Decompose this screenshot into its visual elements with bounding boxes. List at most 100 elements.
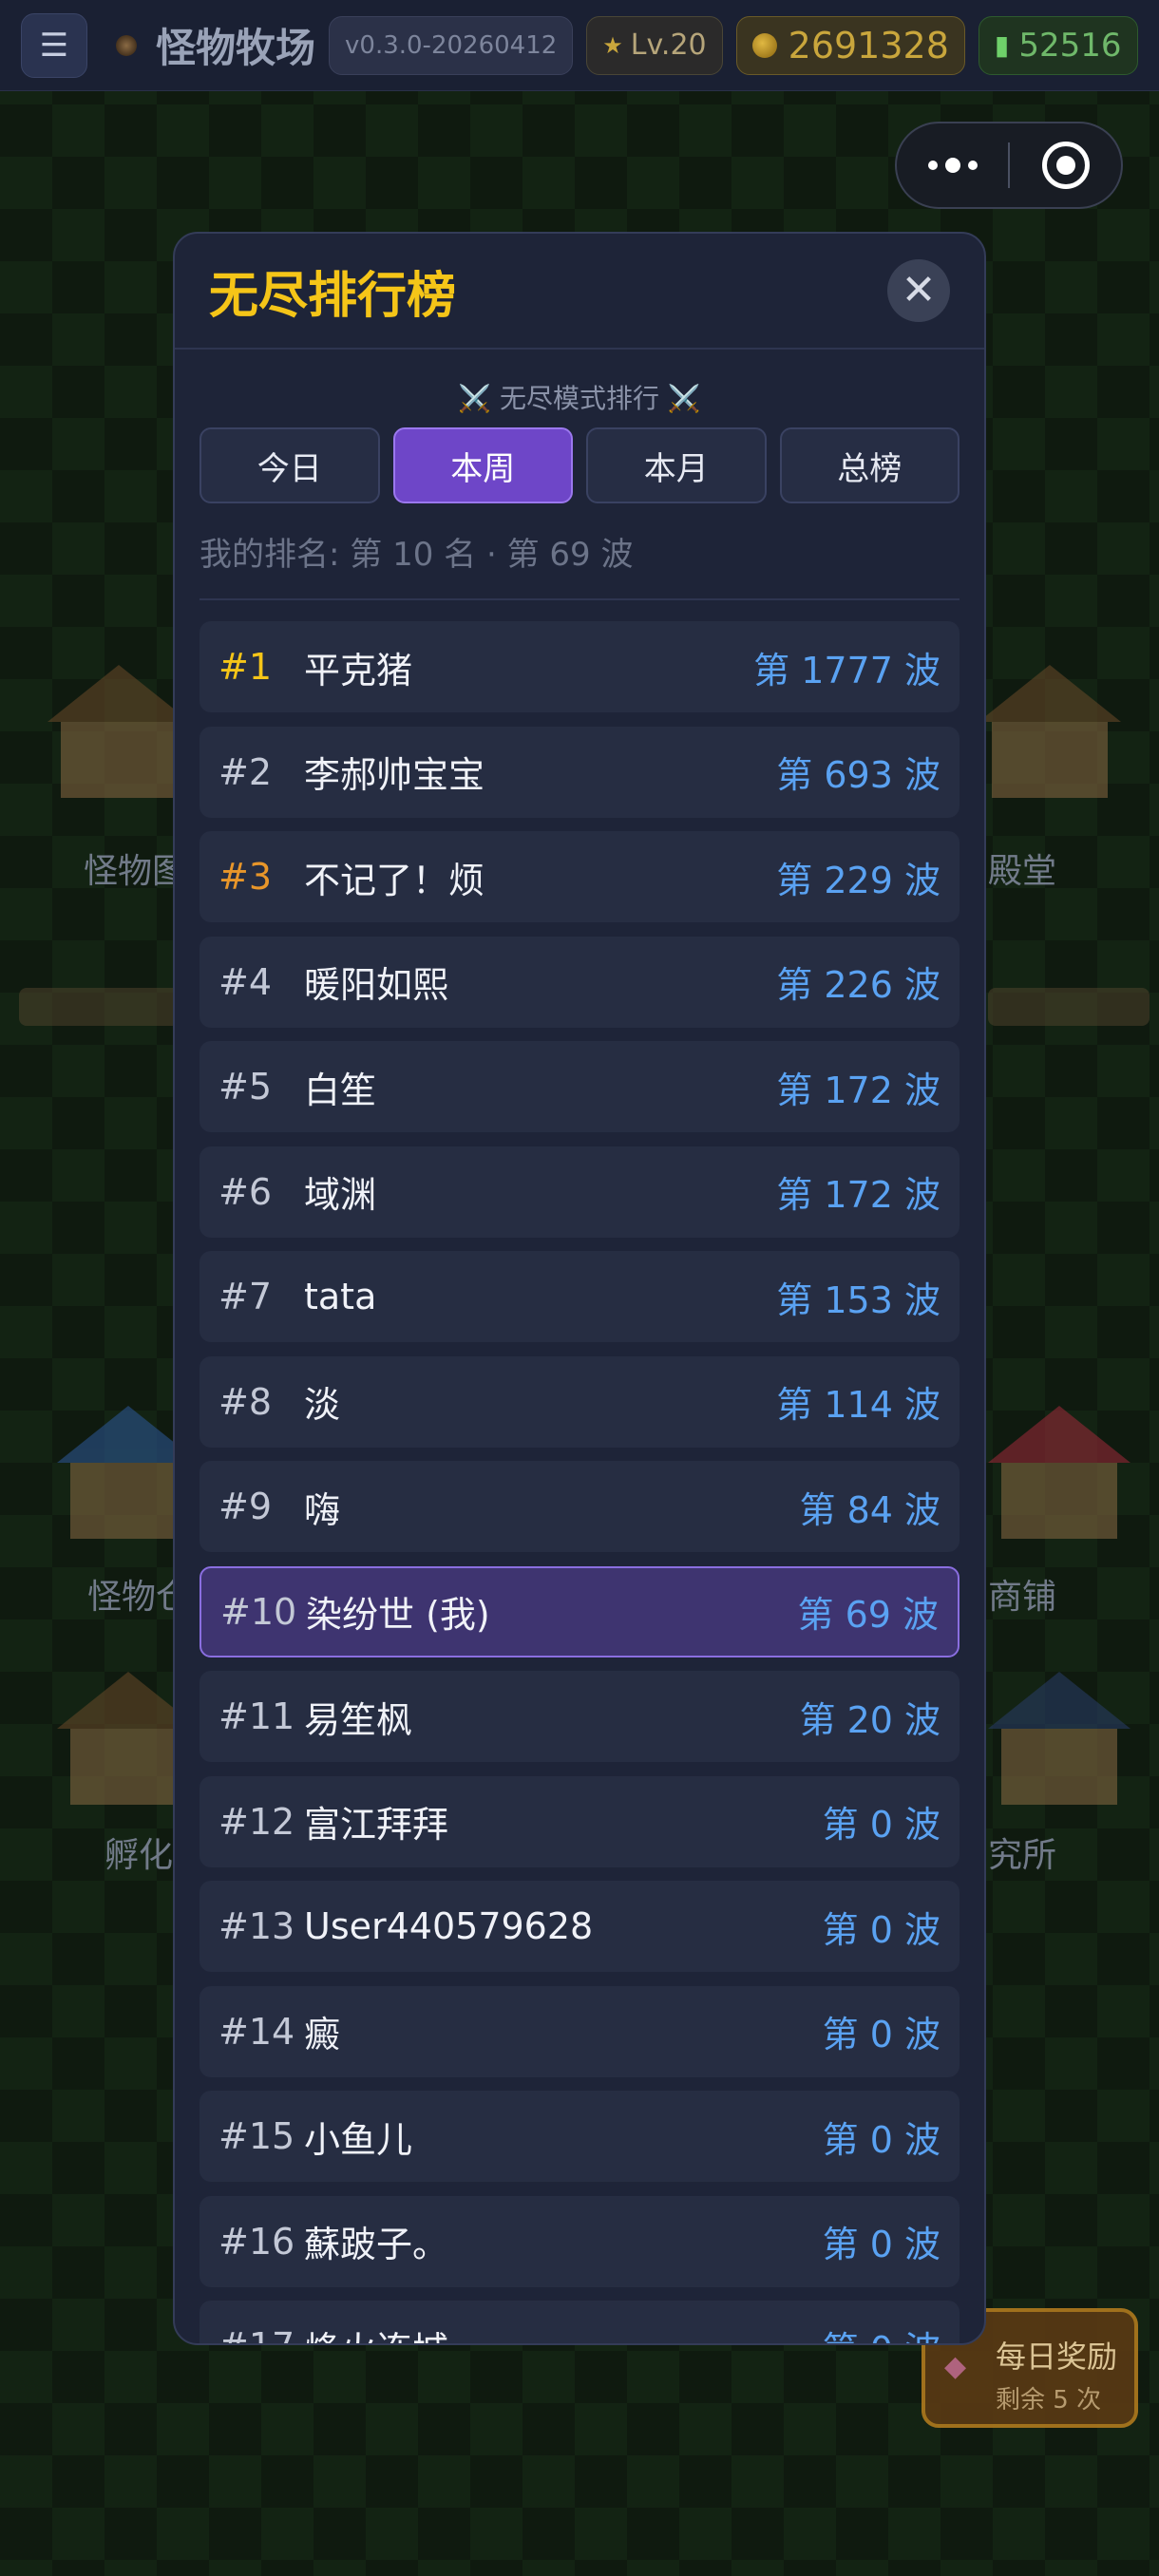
player-name: tata — [304, 1276, 377, 1317]
app-logo-icon — [116, 34, 137, 56]
ranking-row[interactable]: #11 易笙枫 第 20 波 — [200, 1671, 960, 1762]
player-name: 平克猪 — [304, 649, 413, 691]
leaderboard-dialog: 无尽排行榜 ✕ ⚔️ 无尽模式排行 ⚔️ 今日 本周 本月 总榜 我的排名: 第… — [173, 232, 986, 2345]
player-name: 不记了！烦 — [304, 859, 485, 901]
energy-value: 52516 — [1018, 26, 1122, 65]
building-decoration — [978, 665, 1121, 807]
app-title: 怪物牧场 — [156, 25, 316, 71]
coins-counter[interactable]: 2691328 — [735, 15, 965, 75]
wave-count: 第 153 波 — [776, 1279, 940, 1321]
hamburger-icon: ☰ — [39, 26, 69, 65]
dot-icon — [967, 161, 978, 170]
rank-number: #4 — [218, 960, 273, 1003]
version-badge: v0.3.0-20260412 — [329, 15, 574, 75]
ranking-row[interactable]: #12 富江拜拜 第 0 波 — [200, 1775, 960, 1867]
wave-count: 第 172 波 — [776, 1069, 940, 1111]
wave-count: 第 229 波 — [776, 859, 940, 901]
rank-number: #1 — [218, 646, 273, 688]
ranking-row[interactable]: #2 李郝帅宝宝 第 693 波 — [200, 726, 960, 818]
player-name: 淡 — [304, 1384, 341, 1426]
target-icon — [1041, 142, 1090, 189]
rank-number: #7 — [218, 1276, 273, 1317]
path-decoration — [988, 988, 1150, 1026]
ranking-row[interactable]: #7 tata 第 153 波 — [200, 1251, 960, 1342]
ranking-row[interactable]: #6 域渊 第 172 波 — [200, 1146, 960, 1238]
wave-count: 第 0 波 — [822, 1908, 940, 1951]
more-options-button[interactable] — [897, 158, 1008, 173]
top-bar: ☰ 怪物牧场 v0.3.0-20260412 ★ Lv.20 2691328 ▮… — [0, 0, 1159, 91]
mode-label: ⚔️ 无尽模式排行 ⚔️ — [458, 383, 701, 414]
player-name: User440579628 — [304, 1905, 594, 1947]
path-decoration — [19, 988, 190, 1026]
building-label: 商铺 — [988, 1578, 1057, 1617]
player-name: 暖阳如熙 — [304, 964, 449, 1006]
building-decoration — [988, 1672, 1130, 1814]
ranking-row[interactable]: #16 蘇跛子。 第 0 波 — [200, 2195, 960, 2287]
wave-count: 第 0 波 — [823, 2320, 940, 2344]
close-icon: ✕ — [901, 266, 937, 314]
ranking-row[interactable]: #15 小鱼儿 第 0 波 — [200, 2091, 960, 2182]
tab-all-time[interactable]: 总榜 — [779, 427, 960, 503]
battery-icon: ▮ — [994, 29, 1010, 61]
close-miniprogram-button[interactable] — [1010, 142, 1121, 189]
energy-counter[interactable]: ▮ 52516 — [978, 15, 1138, 75]
player-name: 蘇跛子。 — [304, 2224, 449, 2265]
miniprogram-capsule — [895, 122, 1123, 209]
my-ranking-row[interactable]: #10 染纷世 (我) 第 69 波 — [200, 1565, 960, 1657]
period-tabs: 今日 本周 本月 总榜 — [175, 427, 984, 503]
wave-count: 第 69 波 — [797, 1594, 939, 1636]
menu-button[interactable]: ☰ — [21, 12, 87, 78]
ranking-row[interactable]: #5 白笙 第 172 波 — [200, 1041, 960, 1132]
rank-number: #8 — [218, 1380, 273, 1423]
ranking-list[interactable]: #1 平克猪 第 1777 波 #2 李郝帅宝宝 第 693 波 #3 不记了！烦 第 229 … — [175, 621, 984, 2344]
building-label: 怪物图 — [84, 852, 187, 891]
dialog-header: 无尽排行榜 ✕ — [175, 234, 984, 350]
player-name: 白笙 — [304, 1069, 377, 1111]
rank-number: #5 — [218, 1066, 273, 1108]
dialog-title: 无尽排行榜 — [209, 267, 457, 325]
player-name: 嗨 — [304, 1488, 341, 1531]
ranking-row[interactable]: #17烽火连城第 0 波 — [200, 2301, 960, 2344]
wave-count: 第 20 波 — [799, 1698, 940, 1741]
ranking-row[interactable]: #8 淡 第 114 波 — [200, 1355, 960, 1448]
wave-count: 第 693 波 — [776, 754, 940, 796]
rank-number: #11 — [218, 1695, 295, 1737]
player-name: 易笙枫 — [304, 1698, 413, 1741]
divider — [200, 598, 960, 600]
level-value: Lv.20 — [630, 28, 707, 62]
ranking-row[interactable]: #1 平克猪 第 1777 波 — [200, 621, 960, 712]
ranking-row[interactable]: #3 不记了！烦 第 229 波 — [200, 831, 960, 922]
player-name: 癜 — [304, 2014, 341, 2055]
daily-reward-title: 每日奖励 — [996, 2339, 1118, 2375]
player-name: 小鱼儿 — [304, 2118, 413, 2161]
ranking-row[interactable]: #13 User440579628 第 0 波 — [200, 1881, 960, 1972]
wave-count: 第 0 波 — [822, 2014, 940, 2055]
rank-number: #10 — [220, 1590, 297, 1633]
player-name: 烽火连城 — [304, 2320, 823, 2344]
rank-number: #12 — [218, 1800, 295, 1843]
building-label: 究所 — [988, 1836, 1057, 1875]
wave-count: 第 84 波 — [799, 1488, 940, 1531]
rank-number: #6 — [218, 1170, 273, 1213]
building-decoration — [988, 1406, 1130, 1548]
building-label: 殿堂 — [988, 852, 1057, 891]
ranking-row[interactable]: #9 嗨 第 84 波 — [200, 1461, 960, 1552]
building-decoration — [48, 665, 190, 807]
my-rank-text: 我的排名: 第 10 名 · 第 69 波 — [200, 536, 634, 574]
rank-number: #13 — [218, 1905, 295, 1947]
rank-number: #3 — [218, 856, 273, 898]
player-name: 富江拜拜 — [304, 1804, 449, 1846]
gift-icon: ◆ — [944, 2350, 967, 2383]
ranking-row[interactable]: #4 暖阳如熙 第 226 波 — [200, 936, 960, 1028]
rank-number: #9 — [218, 1486, 273, 1527]
rank-number: #17 — [218, 2325, 304, 2343]
tab-this-week[interactable]: 本周 — [392, 427, 573, 503]
wave-count: 第 114 波 — [776, 1384, 940, 1426]
rank-number: #16 — [218, 2220, 295, 2263]
tab-today[interactable]: 今日 — [200, 427, 380, 503]
dot-icon — [944, 158, 960, 173]
ranking-row[interactable]: #14 癜 第 0 波 — [200, 1985, 960, 2077]
player-name: 染纷世 (我) — [306, 1594, 490, 1636]
close-button[interactable]: ✕ — [887, 259, 950, 322]
tab-this-month[interactable]: 本月 — [586, 427, 767, 503]
